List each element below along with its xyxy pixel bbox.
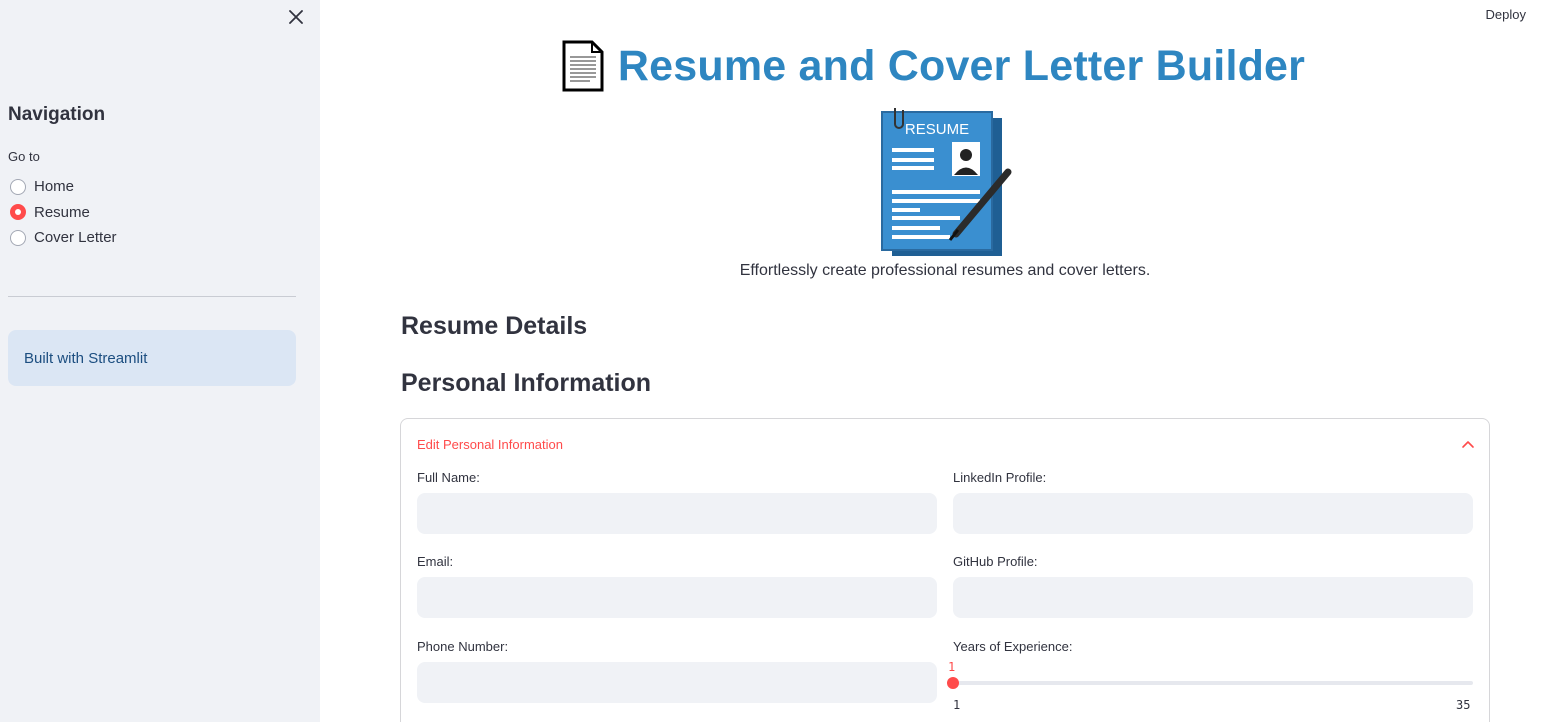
nav-radio-group: Home Resume Cover Letter xyxy=(8,174,117,251)
full-name-input[interactable] xyxy=(417,493,937,534)
section-heading-personal-information: Personal Information xyxy=(401,369,652,397)
radio-option-resume[interactable]: Resume xyxy=(8,200,117,226)
radio-button-selected[interactable] xyxy=(10,204,26,221)
experience-slider-thumb[interactable] xyxy=(947,677,959,689)
radio-label: Cover Letter xyxy=(34,229,117,247)
slider-max-label: 35 xyxy=(1456,698,1471,712)
deploy-button[interactable]: Deploy xyxy=(1486,7,1526,22)
app-root: Navigation Go to Home Resume Cover Lette… xyxy=(0,0,1545,722)
github-label: GitHub Profile: xyxy=(953,554,1038,569)
radio-option-home[interactable]: Home xyxy=(8,174,117,200)
chevron-up-icon[interactable] xyxy=(1461,437,1475,451)
sidebar: Navigation Go to Home Resume Cover Lette… xyxy=(0,0,320,722)
section-heading-resume-details: Resume Details xyxy=(401,312,588,340)
radio-button[interactable] xyxy=(10,178,26,195)
radio-label: Home xyxy=(34,178,75,196)
expander-header[interactable]: Edit Personal Information xyxy=(417,435,1475,453)
expander-title: Edit Personal Information xyxy=(417,436,563,452)
linkedin-label: LinkedIn Profile: xyxy=(953,470,1047,485)
tagline: Effortlessly create professional resumes… xyxy=(739,262,1151,279)
illustration-label: RESUME xyxy=(905,121,969,138)
page-title: Resume and Cover Letter Builder xyxy=(617,41,1306,90)
radio-label: Resume xyxy=(34,203,90,221)
experience-slider-track[interactable] xyxy=(953,681,1473,685)
phone-label: Phone Number: xyxy=(417,639,509,654)
slider-min-label: 1 xyxy=(953,698,961,712)
email-label: Email: xyxy=(417,554,454,569)
goto-label: Go to xyxy=(8,149,40,164)
info-text: Built with Streamlit xyxy=(24,349,148,367)
full-name-label: Full Name: xyxy=(417,470,480,485)
experience-label: Years of Experience: xyxy=(953,639,1073,654)
document-icon xyxy=(562,40,604,92)
sidebar-divider xyxy=(8,296,296,297)
info-box: Built with Streamlit xyxy=(8,330,296,386)
email-input[interactable] xyxy=(417,577,937,618)
close-icon[interactable] xyxy=(285,6,307,28)
slider-value: 1 xyxy=(948,660,956,674)
linkedin-input[interactable] xyxy=(953,493,1473,534)
page-title-row: Resume and Cover Letter Builder xyxy=(320,34,1545,98)
github-input[interactable] xyxy=(953,577,1473,618)
resume-illustration: RESUME xyxy=(881,108,1012,256)
phone-input[interactable] xyxy=(417,662,937,703)
radio-option-cover-letter[interactable]: Cover Letter xyxy=(8,225,117,251)
radio-button[interactable] xyxy=(10,229,26,246)
navigation-heading: Navigation xyxy=(8,104,106,125)
